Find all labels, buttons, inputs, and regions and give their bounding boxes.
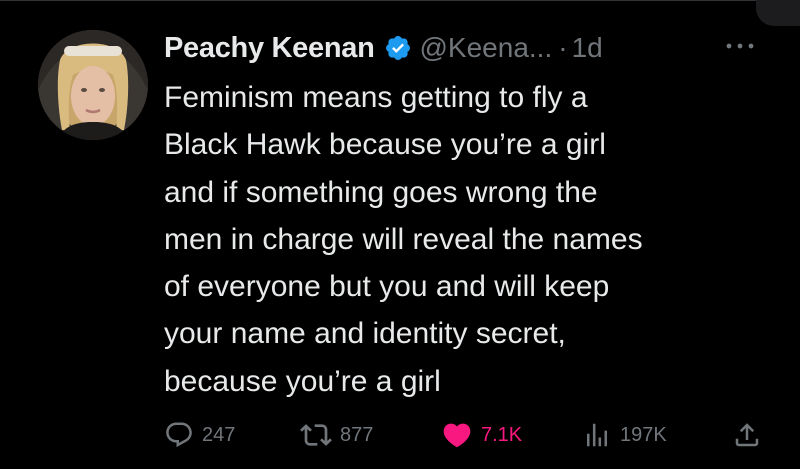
reply-button[interactable]: 247 — [164, 418, 235, 452]
repost-count: 877 — [340, 423, 374, 446]
author-handle[interactable]: @Keena... — [420, 32, 553, 64]
author-display-name[interactable]: Peachy Keenan — [164, 32, 375, 65]
tweet-text-line: Black Hawk because you’re a girl — [164, 128, 606, 162]
verified-badge-icon[interactable] — [384, 34, 412, 62]
reply-icon — [166, 422, 192, 448]
tweet-text-line: because you’re a girl — [164, 364, 441, 398]
tweet-text-line: your name and identity secret, — [164, 317, 566, 351]
heart-icon — [443, 423, 471, 448]
reply-count: 247 — [202, 423, 236, 446]
tweet-timestamp[interactable]: 1d — [572, 32, 603, 64]
avatar[interactable] — [38, 30, 148, 140]
more-icon[interactable] — [722, 36, 758, 56]
views-icon — [587, 423, 607, 447]
like-count: 7.1K — [481, 423, 523, 446]
corner-overlay — [756, 0, 800, 26]
repost-button[interactable]: 877 — [300, 418, 373, 452]
share-button[interactable] — [732, 418, 762, 452]
tweet-text-line: Feminism means getting to fly a — [164, 81, 588, 114]
top-divider — [0, 0, 760, 1]
views-button[interactable]: 197K — [582, 418, 667, 452]
tweet-text-line: and if something goes wrong the — [164, 175, 598, 209]
repost-icon — [300, 424, 332, 446]
tweet-actions: 247 877 7.1K 197K — [164, 418, 764, 452]
tweet-header: Peachy Keenan @Keena... · 1d — [164, 28, 603, 68]
tweet-text: Feminism means getting to fly a Black Ha… — [164, 74, 764, 405]
avatar-photo — [38, 30, 148, 140]
header-separator: · — [558, 32, 568, 63]
tweet-text-line: of everyone but you and will keep — [164, 270, 610, 304]
tweet-text-line: men in charge will reveal the names — [164, 222, 643, 256]
views-count: 197K — [620, 423, 667, 446]
share-icon — [735, 423, 759, 447]
like-button[interactable]: 7.1K — [441, 418, 522, 452]
